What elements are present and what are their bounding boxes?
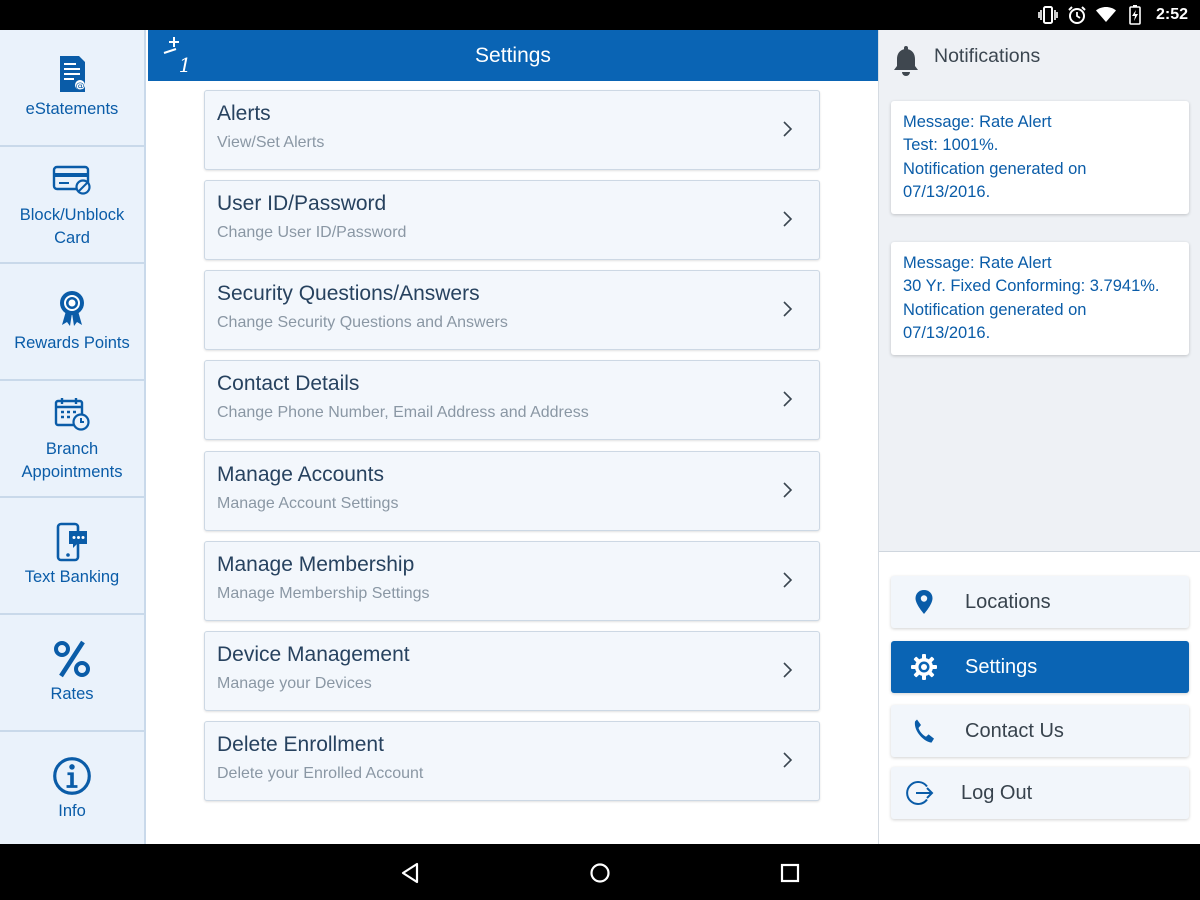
notification-line: 07/13/2016. bbox=[903, 182, 991, 201]
alarm-icon bbox=[1067, 5, 1087, 25]
nav-button-log-out[interactable]: Log Out bbox=[891, 767, 1189, 819]
svg-text:@: @ bbox=[76, 82, 85, 92]
settings-item-subtitle: Manage Membership Settings bbox=[217, 585, 430, 602]
calendar-clock-icon bbox=[52, 394, 92, 434]
settings-item-subtitle: Manage Account Settings bbox=[217, 495, 399, 512]
settings-item-subtitle: Delete your Enrolled Account bbox=[217, 765, 424, 782]
settings-panel: 1 Settings Alerts View/Set Alerts User I… bbox=[146, 30, 878, 844]
chevron-right-icon bbox=[783, 301, 793, 317]
settings-item-subtitle: View/Set Alerts bbox=[217, 134, 325, 151]
notification-line: Notification generated on bbox=[903, 159, 1087, 178]
page-title: Settings bbox=[475, 44, 551, 67]
sidebar-item-label: Rates bbox=[50, 685, 94, 703]
settings-item-security-questions[interactable]: Security Questions/Answers Change Securi… bbox=[204, 270, 820, 350]
settings-item-title: User ID/Password bbox=[217, 192, 387, 215]
settings-item-title: Security Questions/Answers bbox=[217, 282, 480, 305]
system-nav-bar bbox=[0, 844, 1200, 900]
sidebar-item-rates[interactable]: Rates bbox=[0, 615, 144, 732]
settings-item-alerts[interactable]: Alerts View/Set Alerts bbox=[204, 90, 820, 170]
sidebar: @ eStatements Block/Unblock Card Rewards… bbox=[0, 30, 146, 849]
settings-item-subtitle: Change Security Questions and Answers bbox=[217, 314, 508, 331]
right-panel: Notifications Message: Rate Alert Test: … bbox=[878, 30, 1200, 844]
sidebar-item-estatements[interactable]: @ eStatements bbox=[0, 30, 144, 147]
chevron-right-icon bbox=[783, 482, 793, 498]
notifications-header: Notifications bbox=[879, 30, 1200, 96]
sidebar-item-label: Rewards Points bbox=[14, 334, 130, 352]
settings-item-subtitle: Change Phone Number, Email Address and A… bbox=[217, 404, 589, 421]
chevron-right-icon bbox=[783, 752, 793, 768]
status-bar: 2:52 bbox=[0, 0, 1200, 30]
card-block-icon bbox=[52, 160, 92, 200]
chevron-right-icon bbox=[783, 572, 793, 588]
settings-item-user-id-password[interactable]: User ID/Password Change User ID/Password bbox=[204, 180, 820, 260]
notification-card[interactable]: Message: Rate Alert Test: 1001%. Notific… bbox=[891, 101, 1189, 215]
chevron-right-icon bbox=[783, 391, 793, 407]
clock-time: 2:52 bbox=[1155, 6, 1188, 23]
nav-button-locations[interactable]: Locations bbox=[891, 576, 1189, 628]
location-pin-icon bbox=[909, 587, 939, 617]
settings-item-title: Manage Accounts bbox=[217, 463, 384, 486]
settings-item-subtitle: Manage your Devices bbox=[217, 675, 372, 692]
settings-header: 1 Settings bbox=[148, 30, 878, 81]
quick-nav: Locations Settings Contact Us Log Out bbox=[879, 551, 1200, 844]
nav-button-label: Settings bbox=[965, 655, 1038, 678]
sidebar-item-label: Branch Appointments bbox=[21, 439, 123, 481]
notification-line: Test: 1001%. bbox=[903, 136, 999, 155]
notification-line: Message: Rate Alert bbox=[903, 113, 1052, 131]
phone-icon bbox=[909, 716, 939, 746]
sidebar-item-branch-appointments[interactable]: Branch Appointments bbox=[0, 381, 144, 498]
sidebar-item-label: eStatements bbox=[25, 100, 119, 118]
settings-item-title: Device Management bbox=[217, 643, 410, 666]
sidebar-item-block-unblock-card[interactable]: Block/Unblock Card bbox=[0, 147, 144, 264]
recents-icon[interactable] bbox=[777, 860, 803, 886]
sidebar-item-info[interactable]: Info bbox=[0, 732, 144, 849]
settings-item-title: Manage Membership bbox=[217, 553, 415, 576]
percent-icon bbox=[52, 639, 92, 679]
sidebar-item-rewards-points[interactable]: Rewards Points bbox=[0, 264, 144, 381]
chevron-right-icon bbox=[783, 211, 793, 227]
sidebar-item-label: Block/Unblock Card bbox=[19, 205, 125, 247]
notification-line: 07/13/2016. bbox=[903, 323, 991, 342]
notification-line: Message: Rate Alert bbox=[903, 254, 1052, 272]
chevron-right-icon bbox=[783, 662, 793, 678]
notification-card[interactable]: Message: Rate Alert 30 Yr. Fixed Conform… bbox=[891, 242, 1189, 356]
info-icon bbox=[52, 756, 92, 796]
vibrate-icon bbox=[1038, 5, 1058, 25]
chevron-right-icon bbox=[783, 121, 793, 137]
nav-button-label: Contact Us bbox=[965, 719, 1064, 742]
settings-item-delete-enrollment[interactable]: Delete Enrollment Delete your Enrolled A… bbox=[204, 721, 820, 801]
settings-item-manage-membership[interactable]: Manage Membership Manage Membership Sett… bbox=[204, 541, 820, 621]
sidebar-item-text-banking[interactable]: Text Banking bbox=[0, 498, 144, 615]
settings-item-subtitle: Change User ID/Password bbox=[217, 224, 407, 241]
wifi-icon bbox=[1095, 5, 1116, 25]
settings-item-title: Contact Details bbox=[217, 372, 360, 395]
notification-line: 30 Yr. Fixed Conforming: 3.7941%. bbox=[903, 277, 1160, 296]
back-icon[interactable] bbox=[397, 860, 423, 886]
sidebar-item-label: Info bbox=[58, 802, 86, 820]
nav-button-settings[interactable]: Settings bbox=[891, 641, 1189, 693]
battery-charging-icon bbox=[1125, 5, 1145, 25]
award-ribbon-icon bbox=[52, 288, 92, 328]
settings-item-contact-details[interactable]: Contact Details Change Phone Number, Ema… bbox=[204, 360, 820, 440]
settings-item-title: Alerts bbox=[217, 102, 271, 125]
notification-line: Notification generated on bbox=[903, 300, 1087, 319]
logout-icon bbox=[905, 778, 935, 808]
bell-icon bbox=[891, 44, 921, 76]
nav-button-label: Log Out bbox=[961, 781, 1033, 804]
sidebar-item-label: Text Banking bbox=[24, 568, 120, 586]
notifications-title: Notifications bbox=[934, 45, 1041, 67]
gear-icon bbox=[909, 652, 939, 682]
nav-button-label: Locations bbox=[965, 590, 1051, 613]
home-icon[interactable] bbox=[587, 860, 613, 886]
settings-item-device-management[interactable]: Device Management Manage your Devices bbox=[204, 631, 820, 711]
settings-item-manage-accounts[interactable]: Manage Accounts Manage Account Settings bbox=[204, 451, 820, 531]
nav-button-contact-us[interactable]: Contact Us bbox=[891, 705, 1189, 757]
estatement-icon: @ bbox=[52, 54, 92, 94]
settings-item-title: Delete Enrollment bbox=[217, 733, 384, 756]
phone-chat-icon bbox=[52, 522, 92, 562]
